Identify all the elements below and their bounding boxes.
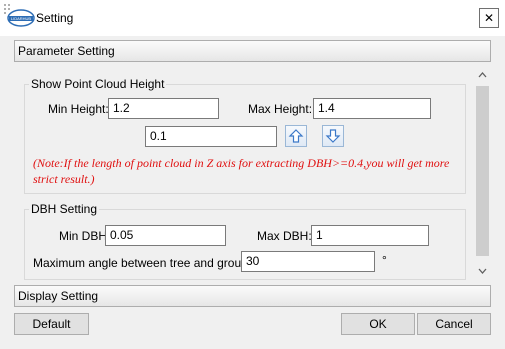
display-setting-label: Display Setting [18, 289, 99, 303]
display-setting-header[interactable]: Display Setting [14, 285, 491, 307]
chevron-down-icon [478, 268, 487, 274]
scrollbar-thumb[interactable] [476, 86, 489, 256]
scroll-up-button[interactable] [474, 66, 491, 83]
scroll-down-button[interactable] [474, 262, 491, 279]
logo-text: LIDARHUB [11, 16, 32, 21]
dbh-extraction-note: (Note:If the length of point cloud in Z … [33, 156, 450, 186]
max-dbh-label: Max DBH: [257, 229, 312, 243]
default-button[interactable]: Default [14, 313, 89, 335]
parameter-setting-label: Parameter Setting [18, 44, 115, 58]
min-height-label: Min Height: [48, 102, 109, 116]
dbh-setting-title: DBH Setting [29, 202, 100, 216]
ok-button[interactable]: OK [341, 313, 415, 335]
close-button[interactable]: ✕ [479, 8, 499, 28]
height-down-button[interactable] [322, 125, 344, 147]
min-dbh-label: Min DBH: [59, 229, 111, 243]
arrow-up-icon [288, 129, 304, 143]
height-step-field[interactable]: 0.1 [145, 126, 277, 147]
arrow-down-icon [325, 129, 341, 143]
max-height-field[interactable]: 1.4 [313, 98, 431, 119]
close-icon: ✕ [483, 11, 495, 25]
max-dbh-field[interactable]: 1 [311, 225, 429, 246]
max-angle-field[interactable]: 30 [241, 251, 375, 272]
max-angle-label: Maximum angle between tree and ground: [33, 256, 258, 270]
chevron-up-icon [478, 71, 487, 77]
parameter-setting-header[interactable]: Parameter Setting [14, 40, 491, 62]
point-cloud-height-title: Show Point Cloud Height [29, 77, 167, 91]
cancel-button[interactable]: Cancel [417, 313, 491, 335]
min-dbh-field[interactable]: 0.05 [105, 225, 226, 246]
title-bar [0, 0, 505, 36]
min-height-field[interactable]: 1.2 [108, 98, 219, 119]
window-title: Setting [36, 11, 74, 25]
height-up-button[interactable] [285, 125, 307, 147]
degree-unit: ° [382, 253, 387, 267]
app-logo-icon: LIDARHUB [6, 8, 36, 28]
max-height-label: Max Height: [248, 102, 313, 116]
